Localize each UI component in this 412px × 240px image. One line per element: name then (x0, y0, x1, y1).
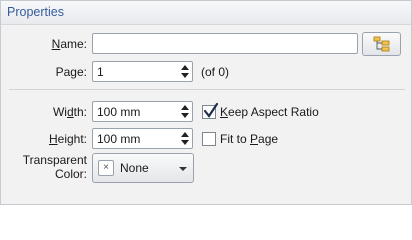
keep-aspect-label[interactable]: Keep Aspect Ratio (220, 105, 319, 119)
panel-title: Properties (7, 5, 64, 19)
page-value: 1 (97, 65, 104, 79)
width-spinbox[interactable]: 100 mm (92, 101, 193, 122)
transparent-color-dropdown[interactable]: × None (92, 153, 194, 183)
name-input[interactable] (92, 33, 358, 54)
height-spin-arrows[interactable] (178, 129, 192, 148)
name-label: Name: (51, 37, 87, 51)
page-spin-arrows[interactable] (178, 62, 192, 81)
keep-aspect-checkbox[interactable] (202, 102, 219, 119)
transparent-color-value: None (120, 161, 149, 175)
spin-up-icon[interactable] (181, 132, 189, 137)
spin-up-icon[interactable] (181, 65, 189, 70)
page-count: (of 0) (201, 65, 230, 79)
width-label: Width: (52, 105, 87, 119)
folder-tree-icon (373, 36, 390, 52)
chevron-down-icon (179, 167, 187, 171)
page-spinbox[interactable]: 1 (92, 61, 193, 82)
panel-header: Properties (1, 1, 411, 25)
height-label: Height: (48, 132, 87, 146)
fit-to-page-checkbox[interactable] (202, 132, 216, 146)
spin-up-icon[interactable] (181, 105, 189, 110)
spin-down-icon[interactable] (181, 113, 189, 118)
properties-panel: Properties Name: Page: 1 (of 0) Width: 1… (0, 0, 412, 205)
transparent-color-label: Transparent Color: (22, 153, 87, 181)
no-color-swatch-icon: × (98, 160, 114, 176)
height-spinbox[interactable]: 100 mm (92, 128, 193, 149)
fit-to-page-label[interactable]: Fit to Page (220, 132, 278, 146)
height-value: 100 mm (97, 132, 141, 146)
folder-tree-button[interactable] (362, 32, 401, 56)
spin-down-icon[interactable] (181, 140, 189, 145)
width-spin-arrows[interactable] (178, 102, 192, 121)
separator (9, 89, 405, 90)
checkmark-icon (203, 102, 219, 118)
width-value: 100 mm (97, 105, 141, 119)
page-label: Page: (55, 65, 87, 79)
spin-down-icon[interactable] (181, 73, 189, 78)
